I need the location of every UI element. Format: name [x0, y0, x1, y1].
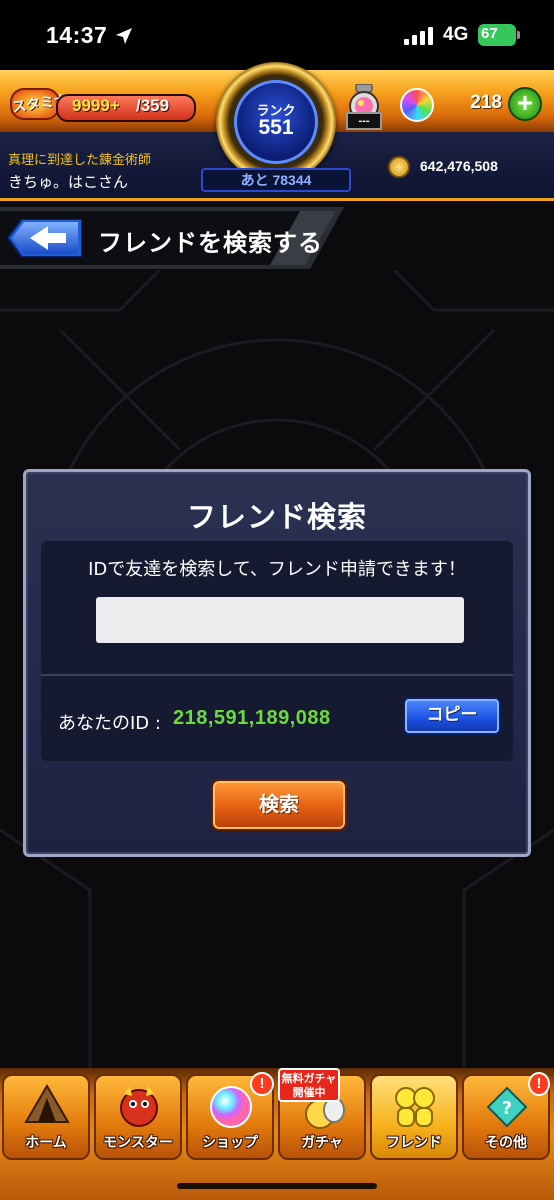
orb-icon [400, 88, 434, 122]
shop-notification-badge: ! [250, 1072, 274, 1096]
friends-icon [395, 1087, 435, 1127]
home-indicator [177, 1183, 377, 1189]
nav-friend-label: フレンド [386, 1135, 442, 1151]
battery-icon: 67 [478, 24, 516, 46]
nav-home[interactable]: ホーム [2, 1074, 90, 1160]
friend-search-dialog: フレンド検索 IDで友達を検索して、フレンド申請できます！ あなたのID : 2… [23, 469, 531, 857]
orb-shop-icon [210, 1086, 252, 1128]
status-bar: 14:37 4G 67 [0, 0, 554, 70]
copy-id-button[interactable]: コピー [403, 697, 501, 735]
top-hud: スタミナ 9999+ /359 ランク 551 あと 78344 --- 218… [0, 62, 554, 206]
friend-id-input[interactable] [96, 597, 464, 643]
other-notification-badge: ! [528, 1072, 550, 1096]
signal-icon [404, 27, 433, 45]
divider [41, 674, 513, 676]
dialog-description: IDで友達を検索して、フレンド申請できます！ [88, 559, 466, 580]
nav-gacha-label: ガチャ [301, 1135, 343, 1151]
help-sign-icon: ? [486, 1086, 528, 1128]
nav-friend[interactable]: フレンド [370, 1074, 458, 1160]
dialog-content-panel: IDで友達を検索して、フレンド申請できます！ あなたのID : 218,591,… [41, 541, 513, 761]
dialog-title: フレンド検索 [186, 500, 367, 534]
nav-monster-label: モンスター [103, 1135, 173, 1151]
svg-text:?: ? [502, 1098, 512, 1119]
dragon-icon [120, 1086, 158, 1127]
potion-count: --- [346, 112, 382, 130]
your-id-value: 218,591,189,088 [173, 707, 331, 729]
nav-other-label: その他 [485, 1135, 527, 1151]
your-id-label: あなたのID : [58, 713, 161, 734]
battery-level: 67 [481, 25, 498, 42]
location-arrow-icon [116, 28, 132, 44]
orb-count: 218 [470, 92, 502, 113]
player-name: きちゅ。はこさん [8, 173, 129, 191]
player-title: 真理に到達した錬金術師 [8, 153, 152, 168]
buy-orb-button[interactable]: + [508, 87, 542, 121]
nav-monster[interactable]: モンスター [94, 1074, 182, 1160]
gacha-banner-line1: 無料ガチャ [281, 1072, 337, 1085]
search-button[interactable]: 検索 [211, 779, 347, 831]
gacha-banner-line2: 開催中 [292, 1086, 326, 1099]
coin-value: 642,476,508 [420, 158, 498, 174]
home-tent-icon [24, 1084, 70, 1123]
back-button[interactable] [8, 219, 82, 257]
rank-value: 551 [258, 116, 294, 139]
coin-icon [388, 156, 410, 178]
nav-home-label: ホーム [25, 1135, 67, 1151]
network-type: 4G [443, 24, 469, 45]
bottom-nav: ホーム モンスター ショップ ガチャ フレンド ? その他 [0, 1068, 554, 1200]
stamina-value: 9999+ [72, 96, 120, 115]
stamina-max: /359 [136, 96, 170, 115]
next-rank-exp: あと 78344 [201, 168, 351, 192]
battery-nub [517, 31, 520, 39]
status-time: 14:37 [46, 22, 108, 48]
nav-shop-label: ショップ [202, 1135, 258, 1151]
page-title: フレンドを検索する [98, 229, 323, 257]
gacha-free-banner: 無料ガチャ 開催中 [278, 1068, 340, 1102]
page-header: フレンドを検索する [0, 207, 344, 269]
